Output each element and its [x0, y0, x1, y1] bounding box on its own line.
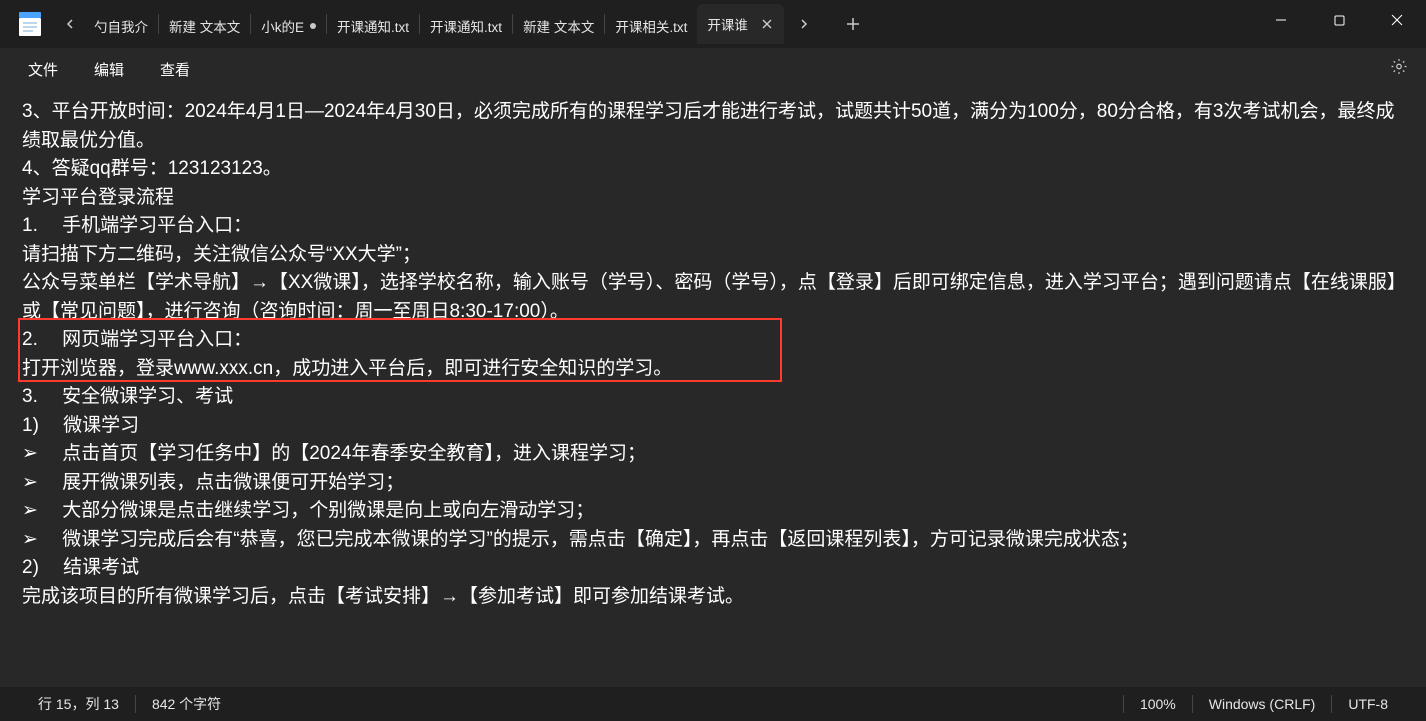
tab-strip: 勺自我介 新建 文本文 小k的E 开课通知.txt 开课通知.txt 新建 文本… [84, 4, 784, 44]
editor-line[interactable]: 3. 安全微课学习、考试 [22, 383, 1404, 412]
editor-line[interactable]: 2. 网页端学习平台入口： [22, 326, 1404, 355]
status-cursor-position[interactable]: 行 15，列 13 [22, 694, 135, 714]
editor-line[interactable]: ➢ 微课学习完成后会有“恭喜，您已完成本微课的学习”的提示，需点击【确定】，再点… [22, 526, 1404, 555]
editor-line[interactable]: 1. 手机端学习平台入口： [22, 212, 1404, 241]
editor-line[interactable]: 3、平台开放时间：2024年4月1日—2024年4月30日，必须完成所有的课程学… [22, 98, 1404, 155]
editor-text[interactable]: 3、平台开放时间：2024年4月1日—2024年4月30日，必须完成所有的课程学… [22, 98, 1404, 611]
tab-scroll-left-icon[interactable] [56, 0, 84, 48]
editor-line[interactable]: 完成该项目的所有微课学习后，点击【考试安排】→【参加考试】即可参加结课考试。 [22, 583, 1404, 612]
tab-close-icon[interactable] [758, 15, 776, 33]
tab-label: 新建 文本文 [169, 16, 240, 36]
unsaved-dot-icon [310, 23, 316, 29]
editor-line[interactable]: 4、答疑qq群号：123123123。 [22, 155, 1404, 184]
tab-label: 新建 文本文 [523, 16, 594, 36]
tab-item[interactable]: 开课通知.txt [327, 8, 419, 44]
editor-line[interactable]: ➢ 大部分微课是点击继续学习，个别微课是向上或向左滑动学习； [22, 497, 1404, 526]
window-maximize-button[interactable] [1310, 0, 1368, 40]
window-close-button[interactable] [1368, 0, 1426, 40]
settings-gear-icon[interactable] [1390, 58, 1408, 81]
titlebar: 勺自我介 新建 文本文 小k的E 开课通知.txt 开课通知.txt 新建 文本… [0, 0, 1426, 48]
status-zoom[interactable]: 100% [1124, 696, 1192, 712]
editor-line[interactable]: 公众号菜单栏【学术导航】→【XX微课】，选择学校名称，输入账号（学号）、密码（学… [22, 269, 1404, 326]
tab-label: 开课相关.txt [615, 16, 687, 36]
tab-label: 开课通知.txt [337, 16, 409, 36]
notepad-app-icon [18, 12, 42, 36]
status-line-ending[interactable]: Windows (CRLF) [1193, 696, 1332, 712]
tab-scroll-right-icon[interactable] [790, 0, 818, 48]
menubar: 文件 编辑 查看 [0, 48, 1426, 90]
tab-item[interactable]: 勺自我介 [84, 8, 158, 44]
tab-label: 小k的E [261, 16, 304, 36]
editor-line[interactable]: 打开浏览器，登录www.xxx.cn，成功进入平台后，即可进行安全知识的学习。 [22, 355, 1404, 384]
editor-line[interactable]: 2) 结课考试 [22, 554, 1404, 583]
editor-area[interactable]: 3、平台开放时间：2024年4月1日—2024年4月30日，必须完成所有的课程学… [0, 90, 1426, 687]
tab-label: 开课谁 [707, 14, 748, 34]
editor-line[interactable]: 1) 微课学习 [22, 412, 1404, 441]
menu-edit[interactable]: 编辑 [76, 53, 142, 86]
tab-item-active[interactable]: 开课谁 [697, 4, 784, 44]
new-tab-button[interactable] [838, 9, 868, 39]
tab-item[interactable]: 小k的E [251, 8, 326, 44]
tab-label: 开课通知.txt [430, 16, 502, 36]
window-minimize-button[interactable] [1252, 0, 1310, 40]
menu-view[interactable]: 查看 [142, 53, 208, 86]
statusbar: 行 15，列 13 842 个字符 100% Windows (CRLF) UT… [0, 687, 1426, 721]
tab-item[interactable]: 开课通知.txt [420, 8, 512, 44]
editor-line[interactable]: ➢ 展开微课列表，点击微课便可开始学习； [22, 469, 1404, 498]
tab-item[interactable]: 开课相关.txt [605, 8, 697, 44]
status-char-count[interactable]: 842 个字符 [136, 694, 237, 714]
window-controls [1252, 0, 1426, 40]
editor-line[interactable]: ➢ 点击首页【学习任务中】的【2024年春季安全教育】，进入课程学习； [22, 440, 1404, 469]
editor-line[interactable]: 学习平台登录流程 [22, 184, 1404, 213]
tab-item[interactable]: 新建 文本文 [513, 8, 604, 44]
tab-label: 勺自我介 [94, 16, 148, 36]
tab-item[interactable]: 新建 文本文 [159, 8, 250, 44]
status-encoding[interactable]: UTF-8 [1332, 696, 1404, 712]
menu-file[interactable]: 文件 [10, 53, 76, 86]
editor-line[interactable]: 请扫描下方二维码，关注微信公众号“XX大学”； [22, 241, 1404, 270]
